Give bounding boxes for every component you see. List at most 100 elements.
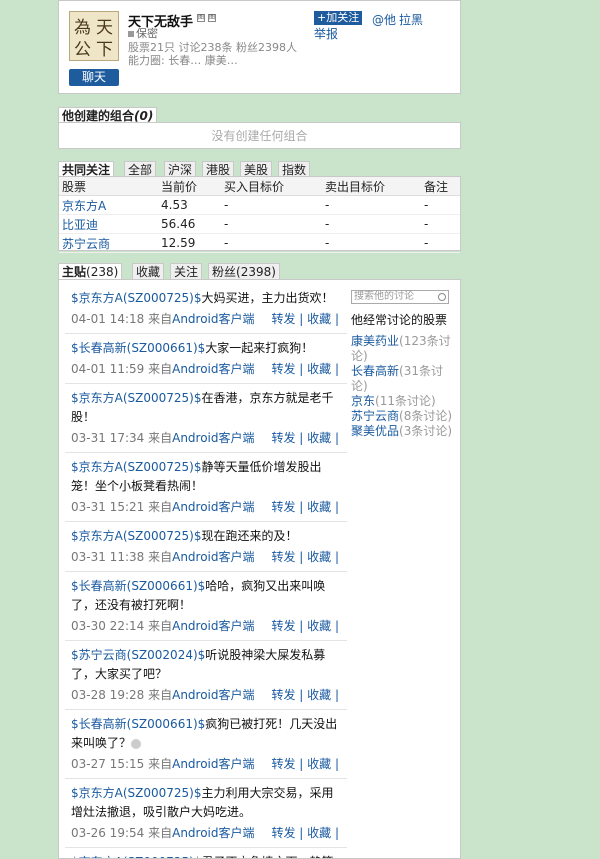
- repost-button[interactable]: 转发: [271, 619, 295, 633]
- post-source[interactable]: Android客户端: [172, 312, 254, 326]
- tab-index[interactable]: 指数: [278, 161, 311, 177]
- posts-panel: $京东方A(SZ000725)$大妈买进，主力出货欢！ 04-01 14:18 来…: [58, 279, 461, 859]
- search-icon[interactable]: [438, 293, 446, 301]
- cell-stock[interactable]: 比亚迪: [59, 214, 158, 234]
- follow-button[interactable]: +加关注: [314, 11, 363, 25]
- avatar[interactable]: 為 天 公 下: [69, 11, 119, 61]
- repost-button[interactable]: 转发: [271, 826, 295, 840]
- post-from: 来自: [148, 757, 173, 771]
- search-input[interactable]: 搜索他的讨论: [351, 290, 449, 304]
- favorite-button[interactable]: 收藏: [307, 312, 331, 326]
- post-item: $京东方A(SZ000725)$现在跑还来的及！ 03-31 11:38 来自An…: [65, 522, 347, 572]
- post-actions: 转发 | 收藏 |: [271, 362, 339, 376]
- repost-button[interactable]: 转发: [271, 312, 295, 326]
- post-time: 03-31 11:38: [71, 550, 145, 564]
- svg-text:下: 下: [96, 40, 113, 60]
- post-time: 03-27 15:15: [71, 757, 145, 771]
- favorite-button[interactable]: 收藏: [307, 619, 331, 633]
- post-source[interactable]: Android客户端: [172, 688, 254, 702]
- favorite-button[interactable]: 收藏: [307, 431, 331, 445]
- post-actions: 转发 | 收藏 |: [271, 431, 339, 445]
- discussed-stocks: 康美药业(123条讨论) 长春高新(31条讨论) 京东(11条讨论) 苏宁云商(8条讨…: [351, 334, 459, 439]
- favorite-button[interactable]: 收藏: [307, 500, 331, 514]
- discussed-stock-link[interactable]: 京东: [351, 394, 375, 408]
- repost-button[interactable]: 转发: [271, 362, 295, 376]
- favorite-button[interactable]: 收藏: [307, 688, 331, 702]
- verify-icon-2[interactable]: 图: [208, 14, 216, 22]
- discussed-stock-item: 京东(11条讨论): [351, 394, 459, 409]
- post-from: 来自: [148, 619, 173, 633]
- col-buy-target: 买入目标价: [221, 177, 322, 196]
- table-cell: 4.53: [158, 195, 221, 215]
- tab-following[interactable]: 关注: [170, 263, 203, 279]
- post-actions: 转发 | 收藏 |: [271, 826, 339, 840]
- tab-us[interactable]: 美股: [240, 161, 273, 177]
- post-actions: 转发 | 收藏 |: [271, 500, 339, 514]
- repost-button[interactable]: 转发: [271, 550, 295, 564]
- discussed-stock-link[interactable]: 聚美优品: [351, 424, 399, 438]
- post-source[interactable]: Android客户端: [172, 550, 254, 564]
- chat-button[interactable]: 聊天: [69, 69, 119, 86]
- post-source[interactable]: Android客户端: [172, 619, 254, 633]
- favorite-button[interactable]: 收藏: [307, 362, 331, 376]
- tab-hk[interactable]: 港股: [202, 161, 235, 177]
- discussed-stock-count: (11条讨论): [375, 394, 436, 408]
- discussed-stock-item: 苏宁云商(8条讨论): [351, 409, 459, 424]
- col-sell-target: 卖出目标价: [322, 177, 421, 196]
- stock-link[interactable]: $京东方A(SZ000725)$: [71, 786, 202, 800]
- stock-link[interactable]: $长春高新(SZ000661)$: [71, 579, 205, 593]
- mention-link[interactable]: @他: [372, 11, 396, 28]
- discussed-stock-link[interactable]: 康美药业: [351, 334, 399, 348]
- tab-portfolio[interactable]: 他创建的组合(0): [58, 107, 158, 123]
- tab-fans[interactable]: 粉丝(2398): [208, 263, 280, 279]
- post-body: 现在跑还来的及！: [201, 529, 298, 543]
- post-body: 大妈买进，主力出货欢！: [201, 291, 334, 305]
- favorite-button[interactable]: 收藏: [307, 757, 331, 771]
- stock-link[interactable]: $京东方A(SZ000725)$: [71, 855, 202, 858]
- stock-link[interactable]: $京东方A(SZ000725)$: [71, 529, 202, 543]
- table-cell: 56.46: [158, 214, 221, 234]
- stock-link[interactable]: $京东方A(SZ000725)$: [71, 291, 202, 305]
- repost-button[interactable]: 转发: [271, 431, 295, 445]
- post-from: 来自: [148, 431, 173, 445]
- verify-icon[interactable]: 图: [197, 14, 205, 22]
- favorite-button[interactable]: 收藏: [307, 550, 331, 564]
- sidebar-title: 他经常讨论的股票: [351, 313, 448, 327]
- tab-favorites[interactable]: 收藏: [132, 263, 165, 279]
- post-source[interactable]: Android客户端: [172, 826, 254, 840]
- tab-fans-count: (2398): [236, 265, 276, 279]
- post-source[interactable]: Android客户端: [172, 362, 254, 376]
- tab-common[interactable]: 共同关注: [58, 161, 115, 177]
- stock-link[interactable]: $长春高新(SZ000661)$: [71, 341, 205, 355]
- post-item: $苏宁云商(SZ002024)$听说股神梁大屎发私募了，大家买了吧？ 03-28 …: [65, 641, 347, 710]
- post-meta: 03-28 19:28 来自Android客户端 转发 | 收藏 |: [71, 684, 341, 706]
- discussed-stock-item: 康美药业(123条讨论): [351, 334, 459, 364]
- favorite-button[interactable]: 收藏: [307, 826, 331, 840]
- stock-link[interactable]: $京东方A(SZ000725)$: [71, 391, 202, 405]
- repost-button[interactable]: 转发: [271, 500, 295, 514]
- discussed-stock-link[interactable]: 苏宁云商: [351, 409, 399, 423]
- tab-all[interactable]: 全部: [124, 161, 157, 177]
- blacklist-link[interactable]: 拉黑: [399, 11, 423, 28]
- post-source[interactable]: Android客户端: [172, 500, 254, 514]
- discussed-stock-count: (3条讨论): [399, 424, 453, 438]
- report-link[interactable]: 举报: [314, 25, 338, 42]
- repost-button[interactable]: 转发: [271, 688, 295, 702]
- stock-link[interactable]: $京东方A(SZ000725)$: [71, 460, 202, 474]
- sidebar: 搜索他的讨论 他经常讨论的股票 康美药业(123条讨论) 长春高新(31条讨论) 京…: [351, 290, 459, 439]
- repost-button[interactable]: 转发: [271, 757, 295, 771]
- discussed-stock-link[interactable]: 长春高新: [351, 364, 399, 378]
- stock-link[interactable]: $长春高新(SZ000661)$: [71, 717, 205, 731]
- cell-stock[interactable]: 苏宁云商: [59, 233, 158, 253]
- tab-main-posts[interactable]: 主贴(238): [58, 263, 123, 279]
- post-text: $长春高新(SZ000661)$大家一起来打疯狗！: [71, 339, 341, 358]
- tab-hushen[interactable]: 沪深: [164, 161, 197, 177]
- post-time: 03-26 19:54: [71, 826, 145, 840]
- post-from: 来自: [148, 312, 173, 326]
- post-from: 来自: [148, 500, 173, 514]
- stock-link[interactable]: $苏宁云商(SZ002024)$: [71, 648, 205, 662]
- post-source[interactable]: Android客户端: [172, 431, 254, 445]
- search-placeholder: 搜索他的讨论: [354, 291, 414, 302]
- post-source[interactable]: Android客户端: [172, 757, 254, 771]
- cell-stock[interactable]: 京东方A: [59, 195, 158, 215]
